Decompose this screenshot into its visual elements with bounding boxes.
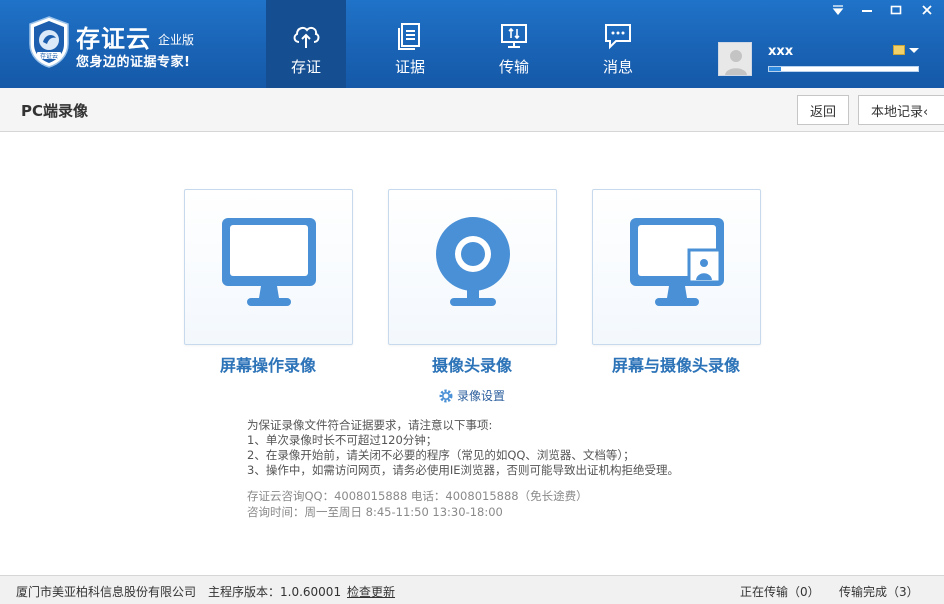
storage-usage-fill xyxy=(769,67,781,71)
contact-info: 存证云咨询QQ：4008015888 电话：4008015888（免长途费） 咨… xyxy=(247,488,588,520)
logo-text: 存证云 xyxy=(40,52,58,60)
screen-webcam-record-card[interactable] xyxy=(592,189,761,345)
webcam-record-card[interactable] xyxy=(388,189,557,345)
nav-tab-xiaoxi[interactable]: 消息 xyxy=(578,0,658,88)
brand-slogan: 您身边的证据专家! xyxy=(76,55,191,70)
monitor-webcam-icon xyxy=(630,218,724,306)
webcam-icon xyxy=(436,217,510,306)
status-bar: 厦门市美亚柏科信息股份有限公司 主程序版本：1.0.60001 检查更新 正在传… xyxy=(0,575,944,604)
webcam-record-label[interactable]: 摄像头录像 xyxy=(362,352,582,376)
screen-webcam-record-label[interactable]: 屏幕与摄像头录像 xyxy=(566,352,786,376)
recording-notes: 为保证录像文件符合证据要求，请注意以下事项: 1、单次录像时长不可超过120分钟… xyxy=(247,418,679,478)
minimize-button[interactable] xyxy=(852,0,881,20)
back-button[interactable]: 返回 xyxy=(797,95,849,125)
nav-label: 存证 xyxy=(290,58,321,76)
avatar[interactable] xyxy=(718,42,752,76)
screen-record-card[interactable] xyxy=(184,189,353,345)
check-update-link[interactable]: 检查更新 xyxy=(347,583,395,600)
dropdown-button[interactable] xyxy=(823,0,852,20)
note-item: 3、操作中，如需访问网页，请务必使用IE浏览器，否则可能导致出证机构拒绝受理。 xyxy=(247,463,679,477)
local-records-button[interactable]: 本地记录‹ xyxy=(858,95,944,125)
close-icon xyxy=(922,5,932,15)
main-content: 屏幕操作录像 摄像头录像 屏幕与摄像头录像 录像设置 为保证录像文件符合证据要求… xyxy=(0,133,944,575)
brand-logo-icon: 存证云 xyxy=(29,16,69,68)
nav-tab-cunzheng[interactable]: 存证 xyxy=(266,0,346,88)
version-text: 主程序版本：1.0.60001 xyxy=(208,585,342,599)
main-nav: 存证 证据 传输 消息 xyxy=(266,0,682,88)
cloud-upload-icon xyxy=(293,26,320,48)
dropdown-icon xyxy=(832,5,843,15)
contact-phone: 存证云咨询QQ：4008015888 电话：4008015888（免长途费） xyxy=(247,489,588,503)
company-name: 厦门市美亚柏科信息股份有限公司 xyxy=(16,585,197,599)
nav-label: 证据 xyxy=(394,58,425,76)
user-menu-caret-icon[interactable] xyxy=(909,48,919,53)
screen-record-label[interactable]: 屏幕操作录像 xyxy=(158,352,378,376)
page-title: PC端录像 xyxy=(21,102,89,120)
nav-tab-zhengju[interactable]: 证据 xyxy=(370,0,450,88)
message-icon xyxy=(605,24,631,50)
maximize-icon xyxy=(890,5,901,15)
account-badge-icon[interactable] xyxy=(893,45,905,55)
notes-heading: 为保证录像文件符合证据要求，请注意以下事项: xyxy=(247,418,493,432)
maximize-button[interactable] xyxy=(881,0,910,20)
record-settings-link[interactable]: 录像设置 xyxy=(438,387,505,404)
nav-tab-chuanshu[interactable]: 传输 xyxy=(474,0,554,88)
nav-label: 传输 xyxy=(498,58,529,76)
page-titlebar: PC端录像 返回 本地记录‹ xyxy=(0,88,944,132)
transfer-icon xyxy=(501,24,527,48)
window-controls xyxy=(823,0,944,20)
contact-hours: 咨询时间：周一至周日 8:45-11:50 13:30-18:00 xyxy=(247,505,503,519)
minimize-icon xyxy=(861,10,872,12)
gear-icon xyxy=(439,389,453,402)
storage-usage-bar xyxy=(768,66,919,72)
close-button[interactable] xyxy=(910,0,944,20)
brand-edition: 企业版 xyxy=(158,33,195,47)
note-item: 2、在录像开始前，请关闭不必要的程序（常见的如QQ、浏览器、文档等）； xyxy=(247,448,635,462)
user-silhouette-icon xyxy=(725,50,747,75)
completed-status[interactable]: 传输完成（3） xyxy=(839,583,919,600)
note-item: 1、单次录像时长不可超过120分钟； xyxy=(247,433,438,447)
transferring-status[interactable]: 正在传输（0） xyxy=(740,583,820,600)
user-name[interactable]: xxx xyxy=(768,44,793,59)
brand-name: 存证云 xyxy=(76,25,151,53)
app-header: 存证云 存证云 企业版 您身边的证据专家! 存证 证据 传输 消息 xxx xyxy=(0,0,944,88)
nav-label: 消息 xyxy=(602,58,633,76)
monitor-icon xyxy=(222,218,316,306)
documents-icon xyxy=(398,23,420,50)
record-settings-label: 录像设置 xyxy=(457,389,506,403)
